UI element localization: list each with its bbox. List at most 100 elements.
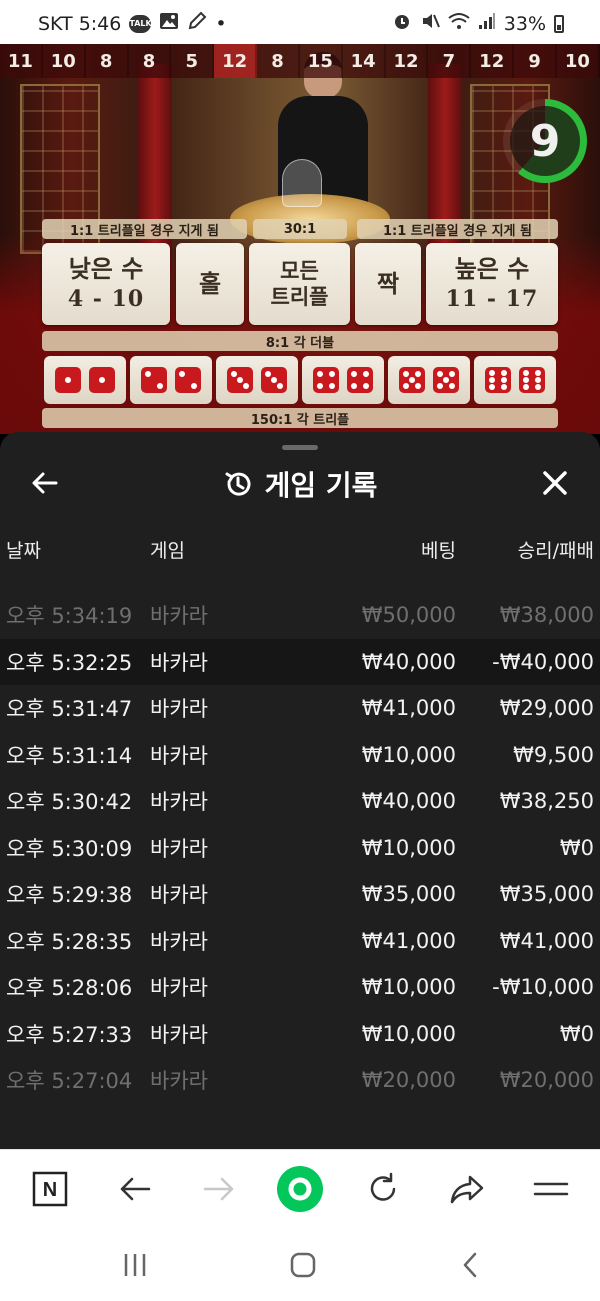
row-time: 오후 5:29:38 bbox=[6, 883, 133, 907]
bet-low-label: 낮은 수 bbox=[68, 255, 144, 283]
row-time: 오후 5:27:33 bbox=[6, 1022, 133, 1047]
table-row[interactable]: 오후 5:28:06 바카라 ₩10,000 -₩10,000 bbox=[0, 964, 600, 1010]
table-row[interactable]: 오후 5:29:38 바카라 ₩35,000 ₩35,000 bbox=[0, 871, 600, 917]
recent-apps-button[interactable] bbox=[113, 1245, 157, 1285]
close-icon bbox=[543, 471, 567, 495]
double-bet-1[interactable] bbox=[44, 356, 126, 404]
share-button[interactable] bbox=[444, 1166, 490, 1212]
row-result: ₩38,250 bbox=[499, 789, 594, 813]
naver-home-button[interactable]: N bbox=[27, 1166, 73, 1212]
row-bet: ₩35,000 bbox=[361, 882, 456, 906]
row-time: 오후 5:31:14 bbox=[6, 743, 133, 768]
row-game: 바카라 bbox=[150, 836, 208, 861]
row-time: 오후 5:27:04 bbox=[6, 1069, 133, 1093]
history-result: 12 bbox=[214, 44, 258, 78]
row-game: 바카라 bbox=[150, 1022, 208, 1047]
bet-any-triple-line1: 모든 bbox=[280, 259, 319, 283]
die-face-5 bbox=[433, 367, 459, 393]
bet-odd-label: 홀 bbox=[198, 270, 222, 298]
column-date: 날짜 bbox=[6, 540, 41, 562]
history-result: 14 bbox=[342, 44, 386, 78]
sheet-drag-handle[interactable] bbox=[282, 445, 318, 450]
notification-dot: • bbox=[215, 12, 227, 35]
double-bet-5[interactable] bbox=[388, 356, 470, 404]
row-game: 바카라 bbox=[150, 883, 208, 907]
row-bet: ₩10,000 bbox=[361, 742, 456, 767]
row-bet: ₩41,000 bbox=[361, 696, 456, 720]
sheet-header: 게임 기록 bbox=[0, 454, 600, 518]
row-result: ₩9,500 bbox=[513, 742, 594, 767]
row-game: 바카라 bbox=[150, 604, 208, 628]
table-row[interactable]: 오후 5:32:25 바카라 ₩40,000 -₩40,000 bbox=[0, 638, 600, 685]
row-bet: ₩41,000 bbox=[361, 928, 456, 953]
row-result: ₩41,000 bbox=[499, 928, 594, 953]
browser-toolbar: N bbox=[0, 1149, 600, 1229]
table-row[interactable]: 오후 5:34:19 바카라 ₩50,000 ₩38,000 bbox=[0, 592, 600, 638]
bet-even[interactable]: 짝 bbox=[355, 243, 421, 325]
row-bet: ₩40,000 bbox=[361, 789, 456, 813]
green-dot-button[interactable] bbox=[277, 1166, 323, 1212]
double-bet-6[interactable] bbox=[474, 356, 556, 404]
row-game: 바카라 bbox=[150, 790, 208, 814]
column-game: 게임 bbox=[150, 540, 185, 562]
back-arrow-icon bbox=[120, 1177, 151, 1201]
row-game: 바카라 bbox=[150, 650, 208, 675]
double-bet-2[interactable] bbox=[130, 356, 212, 404]
double-bet-3[interactable] bbox=[216, 356, 298, 404]
pencil-icon bbox=[187, 11, 207, 36]
payout-low-label: 1:1 트리플일 경우 지게 됨 bbox=[42, 219, 247, 239]
carrier-time: SKT 5:46 bbox=[38, 12, 122, 35]
game-history-sheet: 게임 기록 날짜 게임 베팅 승리/패배 오후 5:34:19 바카라 ₩50,00… bbox=[0, 432, 600, 1149]
history-result: 5 bbox=[171, 44, 215, 78]
row-game: 바카라 bbox=[150, 697, 208, 721]
row-result: ₩38,000 bbox=[499, 603, 594, 627]
table-row[interactable]: 오후 5:28:35 바카라 ₩41,000 ₩41,000 bbox=[0, 918, 600, 964]
naver-n-icon: N bbox=[32, 1171, 68, 1207]
history-result: 15 bbox=[299, 44, 343, 78]
refresh-icon bbox=[370, 1172, 396, 1201]
mute-icon bbox=[420, 11, 440, 36]
table-row[interactable]: 오후 5:31:47 바카라 ₩41,000 ₩29,000 bbox=[0, 685, 600, 731]
bet-low[interactable]: 낮은 수 4 - 10 bbox=[42, 243, 170, 325]
bet-odd[interactable]: 홀 bbox=[176, 243, 244, 325]
row-time: 오후 5:30:42 bbox=[6, 790, 133, 814]
dice-dome bbox=[282, 159, 322, 207]
forward-arrow-icon bbox=[203, 1177, 234, 1201]
history-icon bbox=[225, 472, 251, 496]
close-button[interactable] bbox=[538, 466, 572, 500]
bet-any-triple[interactable]: 모든 트리플 bbox=[249, 243, 350, 325]
kakaotalk-icon: TALK bbox=[129, 14, 152, 33]
double-bet-4[interactable] bbox=[302, 356, 384, 404]
row-time: 오후 5:30:09 bbox=[6, 836, 133, 861]
row-bet: ₩20,000 bbox=[361, 1068, 456, 1092]
home-button[interactable] bbox=[281, 1245, 325, 1285]
bet-any-triple-line2: 트리플 bbox=[270, 285, 329, 309]
table-row[interactable]: 오후 5:30:42 바카라 ₩40,000 ₩38,250 bbox=[0, 778, 600, 824]
browser-forward-button[interactable] bbox=[196, 1166, 242, 1212]
battery-icon bbox=[554, 14, 564, 33]
table-row[interactable]: 오후 5:27:04 바카라 ₩20,000 ₩20,000 bbox=[0, 1057, 600, 1103]
menu-button[interactable] bbox=[528, 1166, 574, 1212]
table-row[interactable]: 오후 5:27:33 바카라 ₩10,000 ₩0 bbox=[0, 1011, 600, 1057]
payout-any-triple-label: 30:1 bbox=[253, 219, 347, 239]
column-result: 승리/패배 bbox=[517, 540, 594, 562]
refresh-button[interactable] bbox=[360, 1166, 406, 1212]
row-bet: ₩40,000 bbox=[361, 649, 456, 674]
row-time: 오후 5:28:35 bbox=[6, 929, 133, 954]
column-bet: 베팅 bbox=[421, 540, 456, 562]
table-row[interactable]: 오후 5:30:09 바카라 ₩10,000 ₩0 bbox=[0, 825, 600, 871]
row-time: 오후 5:32:25 bbox=[6, 650, 133, 675]
browser-back-button[interactable] bbox=[112, 1166, 158, 1212]
table-row[interactable]: 오후 5:31:14 바카라 ₩10,000 ₩9,500 bbox=[0, 732, 600, 778]
menu-icon bbox=[533, 1182, 569, 1196]
row-time: 오후 5:34:19 bbox=[6, 604, 133, 628]
row-bet: ₩10,000 bbox=[361, 1021, 456, 1046]
bet-even-label: 짝 bbox=[376, 270, 400, 298]
system-back-button[interactable] bbox=[449, 1245, 493, 1285]
row-game: 바카라 bbox=[150, 976, 208, 1000]
bet-high[interactable]: 높은 수 11 - 17 bbox=[426, 243, 558, 325]
row-result: ₩20,000 bbox=[499, 1068, 594, 1092]
bet-high-range: 11 - 17 bbox=[445, 286, 539, 312]
row-result: ₩0 bbox=[559, 1021, 594, 1046]
die-face-2 bbox=[175, 367, 201, 393]
